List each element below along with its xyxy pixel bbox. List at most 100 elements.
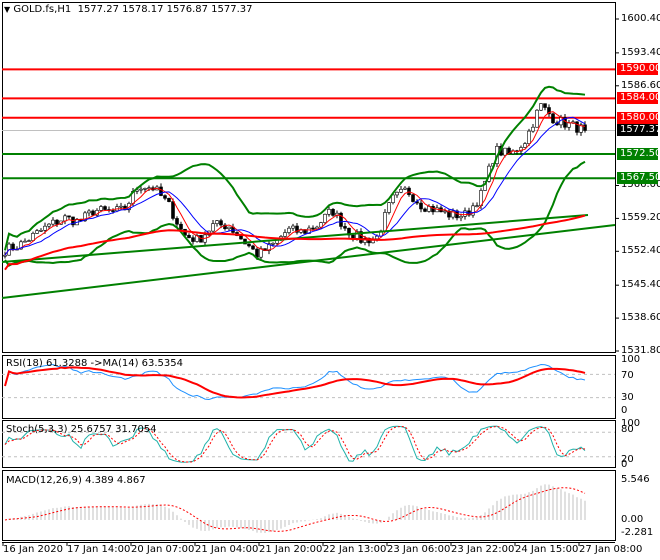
candle-body bbox=[523, 143, 527, 148]
candle-body bbox=[171, 201, 175, 219]
candle-body bbox=[31, 233, 35, 241]
candle-body bbox=[271, 242, 275, 245]
candle-body bbox=[475, 205, 479, 207]
candle-body bbox=[311, 227, 315, 230]
candle-body bbox=[55, 219, 59, 225]
time-axis-label: 24 Jan 15:00 bbox=[515, 544, 579, 555]
candle-body bbox=[191, 237, 195, 242]
triangle-down-icon[interactable]: ▼ bbox=[4, 5, 10, 14]
level-price-tag: 1567.50 bbox=[617, 172, 660, 185]
candle-body bbox=[99, 206, 103, 211]
trading-chart-window: ▼ GOLD.fs,H1 1577.27 1578.17 1576.87 157… bbox=[0, 0, 660, 560]
candle-body bbox=[543, 103, 547, 108]
candle-body bbox=[527, 130, 531, 144]
candle-body bbox=[443, 210, 447, 213]
ma-fast bbox=[4, 111, 586, 256]
time-axis-label: 17 Jan 14:00 bbox=[67, 544, 131, 555]
candle-body bbox=[47, 223, 51, 227]
candle-body bbox=[331, 209, 335, 216]
candle-body bbox=[463, 210, 467, 217]
rsi-axis-label: 30 bbox=[621, 392, 634, 403]
candle-body bbox=[27, 240, 31, 242]
candle-body bbox=[103, 206, 107, 210]
rsi-line bbox=[4, 363, 586, 400]
time-axis-label: 16 Jan 2020 bbox=[3, 544, 63, 555]
rsi-axis-label: 100 bbox=[621, 354, 641, 365]
candle-body bbox=[3, 254, 7, 257]
time-axis-label: 23 Jan 22:00 bbox=[451, 544, 515, 555]
time-axis-label: 20 Jan 07:00 bbox=[131, 544, 195, 555]
candle-body bbox=[23, 240, 27, 243]
macd-axis-label: 5.546 bbox=[621, 474, 650, 485]
macd-label: MACD(12,26,9) 4.389 4.867 bbox=[6, 475, 146, 486]
level-price-tag: 1572.50 bbox=[617, 148, 660, 161]
candle-body bbox=[291, 225, 295, 229]
price-axis-label: 1600.40 bbox=[621, 13, 660, 24]
rsi-axis-label: 70 bbox=[621, 370, 634, 381]
candle-body bbox=[11, 243, 15, 250]
candle-body bbox=[459, 216, 463, 219]
candle-body bbox=[287, 227, 291, 233]
candle-body bbox=[535, 109, 539, 128]
time-axis-label: 21 Jan 20:00 bbox=[259, 544, 323, 555]
candle-body bbox=[39, 230, 43, 232]
candle-body bbox=[219, 220, 223, 226]
candle-body bbox=[187, 235, 191, 238]
candle-body bbox=[87, 210, 91, 214]
rsi-label: RSI(18) 61.3288 ->MA(14) 63.5354 bbox=[6, 358, 183, 369]
candle-body bbox=[139, 188, 143, 191]
candle-body bbox=[503, 147, 507, 156]
candle-body bbox=[35, 230, 39, 234]
candle-body bbox=[403, 187, 407, 190]
candle-body bbox=[175, 218, 179, 225]
candle-body bbox=[423, 208, 427, 212]
candle-body bbox=[179, 223, 183, 230]
candle-body bbox=[227, 226, 231, 230]
candle-body bbox=[255, 248, 259, 258]
candle-body bbox=[399, 188, 403, 193]
candle-body bbox=[67, 215, 71, 218]
candle-body bbox=[211, 223, 215, 232]
candle-body bbox=[167, 198, 171, 202]
trendline-support bbox=[1, 224, 616, 299]
candle-body bbox=[283, 232, 287, 237]
candle-body bbox=[419, 202, 423, 210]
candle-body bbox=[375, 235, 379, 240]
candle-body bbox=[327, 209, 331, 215]
ohlc-values: 1577.27 1578.17 1576.87 1577.37 bbox=[77, 4, 253, 15]
macd-signal-line bbox=[4, 487, 586, 532]
time-axis-label: 23 Jan 06:00 bbox=[387, 544, 451, 555]
candle-body bbox=[583, 124, 587, 131]
candle-body bbox=[119, 205, 123, 208]
macd-axis-label: -2.281 bbox=[621, 527, 654, 538]
stoch-axis-label: 0 bbox=[621, 459, 628, 470]
candle-body bbox=[51, 219, 55, 225]
price-axis-label: 1593.40 bbox=[621, 46, 660, 58]
candle-body bbox=[539, 103, 543, 111]
price-axis-label: 1552.40 bbox=[621, 245, 660, 257]
current-price-tag: 1577.37 bbox=[617, 124, 660, 137]
candle-body bbox=[163, 195, 167, 199]
candle-body bbox=[259, 248, 263, 258]
time-axis-label: 27 Jan 08:00 bbox=[579, 544, 643, 555]
candle-body bbox=[251, 245, 255, 250]
candle-body bbox=[531, 126, 535, 132]
candle-body bbox=[43, 225, 47, 231]
symbol-name: GOLD.fs,H1 bbox=[13, 4, 72, 15]
level-price-tag: 1584.00 bbox=[617, 92, 660, 105]
candle-body bbox=[215, 220, 219, 224]
symbol-header: ▼ GOLD.fs,H1 1577.27 1578.17 1576.87 157… bbox=[4, 4, 253, 15]
candle-body bbox=[111, 210, 115, 212]
level-price-tag: 1580.00 bbox=[617, 111, 660, 124]
candle-body bbox=[147, 187, 151, 190]
price-axis-label: 1559.20 bbox=[621, 212, 660, 224]
candle-body bbox=[247, 243, 251, 247]
rsi-axis-label: 0 bbox=[621, 405, 628, 416]
price-axis-label: 1545.40 bbox=[621, 279, 660, 291]
time-axis-label: 21 Jan 04:00 bbox=[195, 544, 259, 555]
macd-axis-label: 0.00 bbox=[621, 514, 644, 525]
level-price-tag: 1590.00 bbox=[617, 63, 660, 76]
candle-body bbox=[411, 194, 415, 202]
candle-body bbox=[143, 188, 147, 190]
candle-body bbox=[323, 213, 327, 223]
